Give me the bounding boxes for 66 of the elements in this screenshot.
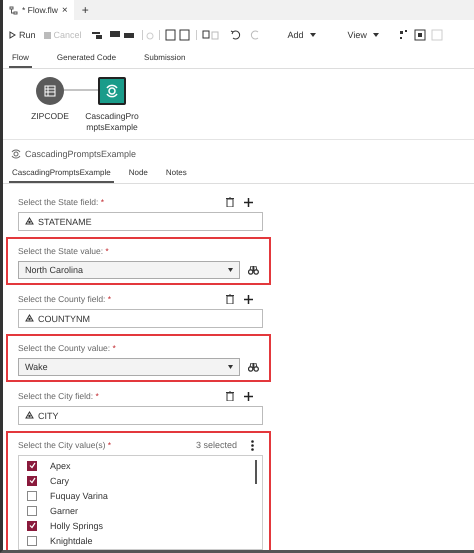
grid-icon [44, 85, 56, 97]
new-tab-button[interactable]: + [82, 3, 89, 17]
panel-tab[interactable]: Node [126, 165, 151, 181]
add-icon[interactable] [244, 294, 253, 304]
caret-icon [228, 365, 234, 369]
menu-button[interactable]: View [348, 30, 379, 40]
field-label: Select the State field: * [18, 197, 106, 207]
caret-icon [228, 268, 234, 272]
column-field[interactable]: STATENAME [18, 212, 263, 231]
city-option[interactable]: Garner [19, 503, 262, 518]
panel-tab[interactable]: CascadingPromptsExample [9, 165, 114, 183]
city-option[interactable]: Fuquay Varina [19, 488, 262, 503]
binoculars-icon[interactable] [248, 362, 259, 372]
checkbox[interactable] [27, 536, 37, 546]
field-label: Select the City field: * [18, 391, 100, 401]
column-field[interactable]: COUNTYNM [18, 309, 263, 328]
column-field[interactable]: CITY [18, 406, 263, 425]
flow-icon [9, 6, 18, 14]
layout-icons-drawing [398, 29, 445, 41]
city-option[interactable]: Knightdale [19, 533, 262, 548]
caret-icon [372, 33, 379, 37]
caret-icon [310, 33, 316, 37]
column-icon [25, 411, 34, 420]
value-dropdown[interactable]: North Carolina [18, 261, 240, 279]
view-tab[interactable]: Flow [9, 48, 32, 68]
checkbox[interactable] [27, 520, 37, 530]
view-tab[interactable]: Submission [141, 48, 188, 68]
field-label: Select the State value: * [18, 246, 110, 256]
panel-title: CascadingPromptsExample [25, 149, 136, 159]
city-option[interactable]: Cary [19, 473, 262, 488]
field-label: Select the County value: * [18, 343, 117, 353]
table-node[interactable] [36, 77, 64, 105]
checkbox[interactable] [27, 460, 37, 470]
field-label: Select the County field: * [18, 294, 112, 304]
close-button[interactable]: × [62, 4, 68, 16]
file-tab[interactable]: * Flow.flw × [3, 0, 74, 20]
add-icon[interactable] [244, 198, 253, 206]
play-icon [9, 31, 16, 39]
view-tab[interactable]: Generated Code [54, 48, 120, 68]
city-option[interactable]: Holly Springs [19, 518, 262, 533]
step-node[interactable] [98, 77, 126, 105]
file-tab-title: * Flow.flw [22, 5, 58, 15]
node-label: CascadingPro mptsExample [84, 111, 140, 133]
more-icon[interactable] [251, 440, 254, 450]
scrollbar[interactable] [255, 460, 257, 484]
stop-icon [44, 32, 51, 38]
field-label: Select the City value(s) * [18, 440, 112, 450]
prompt-icon [11, 149, 21, 159]
column-icon [25, 217, 34, 226]
add-icon[interactable] [244, 392, 253, 400]
prompt-icon [104, 83, 120, 99]
trash-icon[interactable] [226, 294, 234, 304]
panel-tab[interactable]: Notes [162, 165, 190, 181]
menu-button[interactable]: Add [288, 30, 316, 40]
checkbox[interactable] [27, 490, 37, 500]
binoculars-icon[interactable] [248, 266, 259, 274]
trash-icon[interactable] [226, 197, 234, 207]
column-icon [25, 314, 34, 323]
checkbox[interactable] [27, 476, 37, 486]
city-option[interactable]: Apex [19, 458, 262, 473]
node-label: ZIPCODE [30, 111, 70, 122]
trash-icon[interactable] [226, 391, 234, 401]
value-dropdown[interactable]: Wake [18, 358, 240, 376]
checkbox[interactable] [27, 506, 37, 516]
selection-count: 3 selected [196, 440, 237, 450]
toolbar-button[interactable]: Run [9, 30, 36, 40]
